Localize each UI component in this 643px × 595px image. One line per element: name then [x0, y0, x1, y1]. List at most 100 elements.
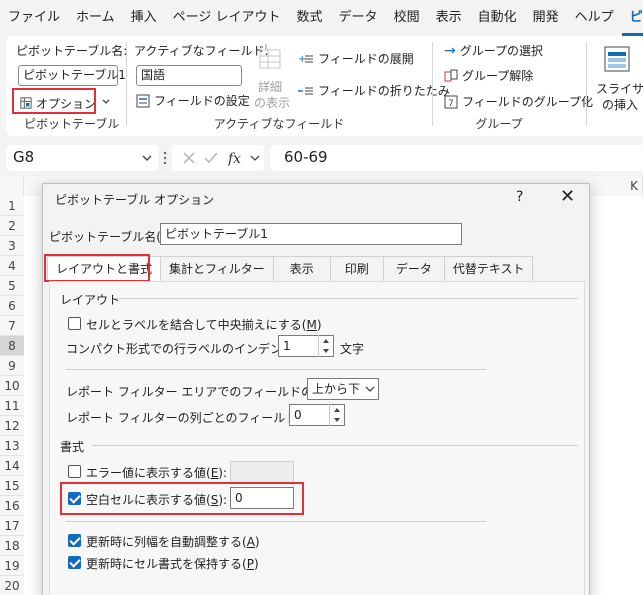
- row-header[interactable]: 7: [0, 316, 24, 336]
- group-selection-button[interactable]: → グループの選択: [444, 42, 543, 59]
- empty-cell-highlight: [60, 482, 304, 515]
- indent-unit: 文字: [340, 342, 365, 356]
- tab-view[interactable]: 表示: [428, 0, 470, 36]
- tab-totals-filters[interactable]: 集計とフィルター: [160, 256, 274, 282]
- more-vertical-icon[interactable]: [162, 150, 168, 166]
- slicer-line2: の挿入: [602, 98, 639, 112]
- row-header[interactable]: 17: [0, 516, 24, 536]
- autofit-columns-checkbox[interactable]: [68, 534, 81, 547]
- spin-arrows-icon[interactable]: [329, 404, 344, 426]
- tab-automate[interactable]: 自動化: [470, 0, 525, 36]
- row-header[interactable]: 6: [0, 296, 24, 316]
- group-field-icon: 7: [444, 95, 458, 109]
- indent-value: 1: [283, 339, 291, 353]
- select-all-corner[interactable]: [0, 176, 24, 196]
- collapse-field-button[interactable]: フィールドの折りたたみ: [298, 82, 450, 99]
- active-field-input[interactable]: 国語: [136, 65, 242, 86]
- indent-stepper[interactable]: 1: [278, 335, 334, 357]
- field-settings-icon: [136, 94, 150, 107]
- tab-pivot-analyze[interactable]: ピボ: [621, 0, 643, 36]
- dialog-name-input[interactable]: ピボットテーブル1: [160, 223, 462, 245]
- tab-data[interactable]: データ: [331, 0, 386, 36]
- slicer-line1: スライサー: [596, 82, 643, 96]
- error-value-checkbox[interactable]: [68, 465, 81, 478]
- row-header[interactable]: 16: [0, 496, 24, 516]
- row-header[interactable]: 12: [0, 416, 24, 436]
- expand-field-button[interactable]: + フィールドの展開: [298, 50, 414, 67]
- formula-input[interactable]: 60-69: [270, 145, 643, 171]
- row-header[interactable]: 9: [0, 356, 24, 376]
- pivot-group-label: ピボットテーブル: [24, 117, 120, 131]
- row-header[interactable]: 10: [0, 376, 24, 396]
- insert-function-icon[interactable]: fx: [228, 150, 246, 166]
- filter-display-value: 上から下: [312, 382, 361, 396]
- tab-alt-text[interactable]: 代替テキスト: [443, 256, 534, 282]
- row-header[interactable]: 13: [0, 436, 24, 456]
- help-button[interactable]: ?: [516, 189, 523, 205]
- tab-formulas[interactable]: 数式: [289, 0, 331, 36]
- pivot-name-label: ピボットテーブル名:: [16, 44, 128, 58]
- ribbon-separator: [586, 42, 587, 126]
- collapse-field-icon: [298, 87, 313, 94]
- filter-display-select[interactable]: 上から下: [307, 378, 379, 400]
- tab-file[interactable]: ファイル: [0, 0, 68, 36]
- row-header[interactable]: 18: [0, 536, 24, 556]
- merge-center-checkbox[interactable]: [68, 317, 81, 330]
- ungroup-button[interactable]: グループ解除: [444, 67, 533, 84]
- filter-count-stepper[interactable]: 0: [289, 404, 345, 426]
- field-settings-button[interactable]: フィールドの設定: [136, 92, 250, 109]
- tab-page-layout[interactable]: ページ レイアウト: [165, 0, 289, 36]
- format-section-title: 書式: [60, 440, 85, 454]
- tab-home[interactable]: ホーム: [68, 0, 123, 36]
- pivot-name-input[interactable]: ピボットテーブル1: [18, 65, 126, 86]
- formula-bar: G8 fx 60-69: [0, 140, 643, 176]
- spin-arrows-icon[interactable]: [318, 335, 333, 357]
- group-group: → グループの選択 グループ解除 7 フィールドのグループ化 グループ: [434, 36, 593, 136]
- tab-display[interactable]: 表示: [272, 256, 331, 282]
- tab-review[interactable]: 校閲: [386, 0, 428, 36]
- section-divider: [66, 521, 486, 522]
- insert-slicer-button[interactable]: スライサー の挿入: [590, 40, 643, 120]
- collapse-field-label: フィールドの折りたたみ: [318, 84, 450, 98]
- row-header[interactable]: 1: [0, 196, 24, 216]
- show-detail-button[interactable]: 詳細 の表示: [252, 40, 290, 110]
- tab-help[interactable]: ヘルプ: [567, 0, 622, 36]
- layout-format-panel: レイアウト セルとラベルを結合して中央揃えにする(M) コンパクト形式での行ラベ…: [49, 281, 585, 595]
- tab-insert[interactable]: 挿入: [123, 0, 165, 36]
- close-button[interactable]: ✕: [560, 186, 575, 207]
- layout-tab-highlight: [44, 254, 150, 282]
- chevron-down-icon[interactable]: [250, 155, 260, 162]
- tab-data[interactable]: データ: [382, 256, 445, 282]
- error-value-input[interactable]: [230, 461, 294, 483]
- row-header[interactable]: 2: [0, 216, 24, 236]
- name-box[interactable]: G8: [6, 145, 158, 171]
- row-header[interactable]: 19: [0, 556, 24, 576]
- row-header[interactable]: 11: [0, 396, 24, 416]
- preserve-format-checkbox[interactable]: [68, 556, 81, 569]
- pivot-options-dialog: ピボットテーブル オプション ? ✕ ピボットテーブル名(N): ピボットテーブ…: [42, 183, 590, 595]
- row-header[interactable]: 3: [0, 236, 24, 256]
- group-field-button[interactable]: 7 フィールドのグループ化: [444, 93, 593, 110]
- row-header[interactable]: 4: [0, 256, 24, 276]
- filter-count-value: 0: [294, 408, 302, 422]
- enter-check-icon[interactable]: [204, 151, 218, 165]
- layout-section-title: レイアウト: [60, 293, 121, 307]
- active-field-group-label: アクティブなフィールド: [213, 117, 345, 131]
- slicer-icon: [604, 46, 630, 72]
- ribbon: ピボットテーブル名: ピボットテーブル1 オプション ピボットテーブル アクティ…: [6, 36, 643, 136]
- field-settings-label: フィールドの設定: [154, 94, 250, 108]
- row-header[interactable]: 8: [0, 336, 24, 356]
- row-header[interactable]: 5: [0, 276, 24, 296]
- ungroup-label: グループ解除: [462, 69, 534, 83]
- tab-developer[interactable]: 開発: [525, 0, 567, 36]
- cancel-icon[interactable]: [182, 151, 196, 165]
- tab-printing[interactable]: 印刷: [329, 256, 384, 282]
- section-divider: [116, 298, 578, 299]
- row-header[interactable]: 15: [0, 476, 24, 496]
- expand-field-label: フィールドの展開: [318, 52, 414, 66]
- row-header[interactable]: 20: [0, 576, 24, 595]
- chevron-down-icon[interactable]: [102, 99, 110, 105]
- chevron-down-icon[interactable]: [142, 155, 152, 162]
- expand-field-icon: +: [298, 54, 313, 65]
- row-header[interactable]: 14: [0, 456, 24, 476]
